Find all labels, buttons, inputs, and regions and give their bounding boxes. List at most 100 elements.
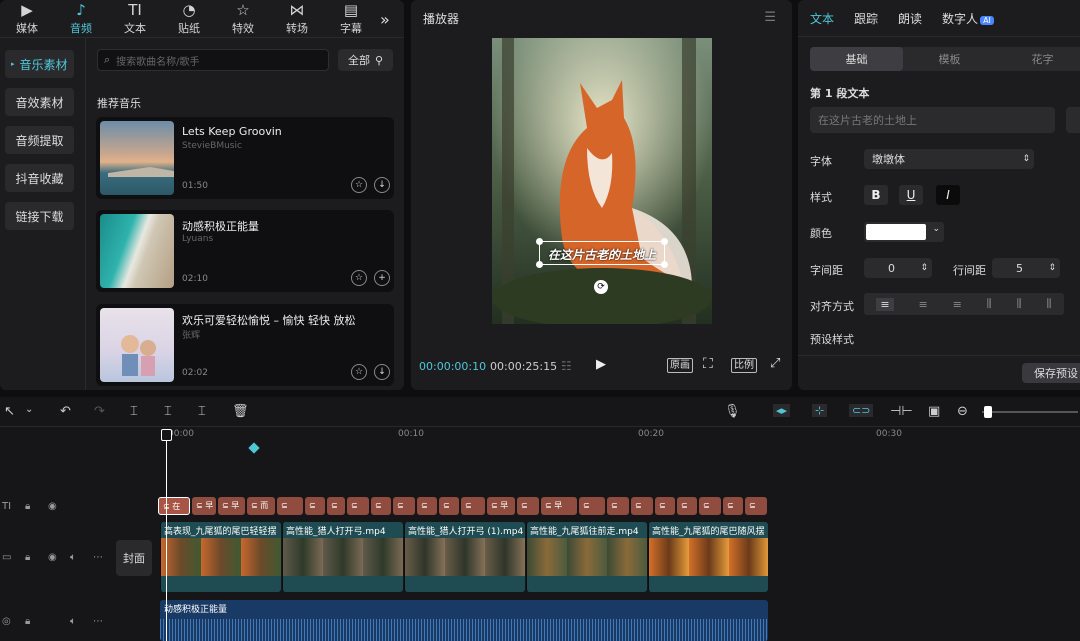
- tab-sticker[interactable]: ◔ 贴纸: [162, 0, 216, 37]
- zoom-handle[interactable]: [984, 406, 992, 418]
- color-picker[interactable]: ⌄: [864, 222, 944, 242]
- resize-handle[interactable]: [536, 261, 543, 268]
- cover-button[interactable]: 封面: [116, 540, 152, 576]
- align-center-icon[interactable]: ≡: [919, 298, 928, 311]
- text-clip[interactable]: ⊆: [393, 497, 415, 515]
- marker-icon[interactable]: [248, 442, 260, 454]
- ratio-button[interactable]: 比例: [731, 358, 757, 373]
- text-clip[interactable]: ⊆ 早: [218, 497, 245, 515]
- underline-button[interactable]: U: [899, 185, 923, 205]
- text-clip[interactable]: ⊆: [461, 497, 485, 515]
- tab-subtitle[interactable]: ▤ 字幕: [324, 0, 378, 37]
- video-clip[interactable]: 高性能_九尾狐的尾巴随风摆: [648, 522, 768, 592]
- delete-icon[interactable]: 🗑: [232, 404, 249, 419]
- text-clip[interactable]: ⊆: [579, 497, 605, 515]
- caption-selection[interactable]: 在这片古老的土地上: [536, 238, 668, 268]
- text-clip[interactable]: ⊆: [655, 497, 675, 515]
- select-tool-icon[interactable]: ↖: [4, 404, 15, 419]
- align-right-icon[interactable]: ≡: [953, 298, 962, 311]
- valign-top-icon[interactable]: ⫼: [987, 297, 992, 311]
- song-item[interactable]: Lets Keep Groovin StevieBMusic 01:50 ☆ ↓: [96, 117, 394, 199]
- resize-handle[interactable]: [536, 238, 543, 245]
- side-item-extract[interactable]: 音频提取: [5, 126, 74, 154]
- waveform-toggle-icon[interactable]: ☷: [561, 359, 572, 373]
- valign-center-icon[interactable]: ⫼: [1017, 297, 1022, 311]
- screenshot-icon[interactable]: ▣: [928, 404, 940, 419]
- text-clip[interactable]: ⊆: [517, 497, 539, 515]
- tab-transition[interactable]: ⋈ 转场: [270, 0, 324, 37]
- valign-bottom-icon[interactable]: ⫼: [1047, 297, 1052, 311]
- text-clip-selected[interactable]: ⊆ 在: [158, 497, 190, 515]
- segment-basic[interactable]: 基础: [810, 47, 903, 71]
- tab-audio[interactable]: ♪ 音频: [54, 0, 108, 37]
- fit-screen-icon[interactable]: ⛶: [703, 356, 713, 372]
- more-icon[interactable]: ⋯: [93, 616, 103, 627]
- download-icon[interactable]: ↓: [374, 177, 390, 193]
- favorite-icon[interactable]: ☆: [351, 177, 367, 193]
- tab-read-aloud[interactable]: 朗读: [898, 10, 922, 26]
- volume-icon[interactable]: 🔈︎: [70, 616, 76, 627]
- segment-fancy-text[interactable]: 花字: [996, 47, 1080, 71]
- video-clip[interactable]: 高性能_九尾狐往前走.mp4: [526, 522, 647, 592]
- trim-left-icon[interactable]: ⌶: [164, 404, 172, 419]
- stepper-icon[interactable]: ⇕: [1048, 263, 1056, 273]
- text-clip[interactable]: ⊆: [277, 497, 303, 515]
- text-expand-button[interactable]: [1066, 107, 1080, 133]
- text-clip[interactable]: ⊆ 早: [541, 497, 577, 515]
- text-clip[interactable]: ⊆: [305, 497, 325, 515]
- fullscreen-icon[interactable]: ⤢: [770, 356, 780, 371]
- side-item-douyin[interactable]: 抖音收藏: [5, 164, 74, 192]
- favorite-icon[interactable]: ☆: [351, 364, 367, 380]
- video-clip[interactable]: 高表现_九尾狐的尾巴轻轻摆: [160, 522, 281, 592]
- zoom-out-icon[interactable]: ⊖: [957, 404, 968, 419]
- lock-icon[interactable]: 🔒︎: [25, 552, 30, 563]
- original-quality-button[interactable]: 原画: [667, 358, 693, 373]
- download-icon[interactable]: ↓: [374, 364, 390, 380]
- text-clip[interactable]: ⊆: [631, 497, 653, 515]
- line-spacing-input[interactable]: 5 ⇕: [992, 258, 1060, 278]
- text-clip[interactable]: ⊆: [439, 497, 459, 515]
- tab-tracking[interactable]: 跟踪: [854, 10, 878, 26]
- preview-axis-icon[interactable]: ⊣⊢: [890, 404, 913, 419]
- redo-icon[interactable]: ↷: [94, 404, 105, 419]
- text-clip[interactable]: ⊆: [417, 497, 437, 515]
- font-select[interactable]: 墩墩体 ⇕: [864, 149, 1034, 169]
- timeline-ruler[interactable]: 00:00 00:10 00:20 00:30: [160, 429, 1080, 443]
- zoom-slider[interactable]: [982, 406, 1078, 418]
- save-preset-button[interactable]: 保存预设: [1022, 363, 1080, 383]
- audio-clip[interactable]: 动感积极正能量: [160, 600, 768, 641]
- eye-icon[interactable]: ◉: [48, 552, 57, 563]
- video-preview[interactable]: 在这片古老的土地上 ⟳: [492, 38, 712, 324]
- text-clip[interactable]: ⊆: [699, 497, 721, 515]
- align-left-icon[interactable]: ≡: [876, 297, 894, 311]
- text-content-input[interactable]: 在这片古老的土地上: [810, 107, 1055, 133]
- text-clip[interactable]: ⊆ 早: [487, 497, 515, 515]
- resize-handle[interactable]: [661, 261, 668, 268]
- side-item-music[interactable]: ▸ 音乐素材: [5, 50, 74, 78]
- play-button[interactable]: ▶: [596, 357, 606, 372]
- text-clip[interactable]: ⊆: [327, 497, 345, 515]
- trim-right-icon[interactable]: ⌶: [198, 404, 206, 419]
- lock-icon[interactable]: 🔒︎: [25, 501, 30, 512]
- snap-icon[interactable]: ⊹: [812, 404, 828, 417]
- text-clip[interactable]: ⊆: [677, 497, 697, 515]
- stepper-icon[interactable]: ⇕: [920, 263, 928, 273]
- italic-button[interactable]: I: [936, 185, 960, 205]
- undo-icon[interactable]: ↶: [60, 404, 71, 419]
- add-icon[interactable]: +: [374, 270, 390, 286]
- tab-digital-human[interactable]: 数字人 AI: [942, 10, 994, 26]
- filter-button[interactable]: 全部 ⚲: [338, 49, 393, 71]
- text-clip[interactable]: ⊆: [607, 497, 629, 515]
- text-clip[interactable]: ⊆: [745, 497, 767, 515]
- text-clip[interactable]: ⊆ 而: [247, 497, 275, 515]
- menu-icon[interactable]: ☰: [764, 10, 776, 25]
- side-item-link[interactable]: 链接下载: [5, 202, 74, 230]
- text-clip[interactable]: ⊆: [347, 497, 369, 515]
- chevron-down-icon[interactable]: ⌄: [25, 404, 33, 415]
- letter-spacing-input[interactable]: 0 ⇕: [864, 258, 932, 278]
- tab-text-props[interactable]: 文本: [810, 10, 834, 26]
- eye-icon[interactable]: ◉: [48, 501, 57, 512]
- text-clip[interactable]: ⊆: [723, 497, 743, 515]
- tab-media[interactable]: ▶︎ 媒体: [0, 0, 54, 37]
- playhead-handle[interactable]: [161, 429, 172, 441]
